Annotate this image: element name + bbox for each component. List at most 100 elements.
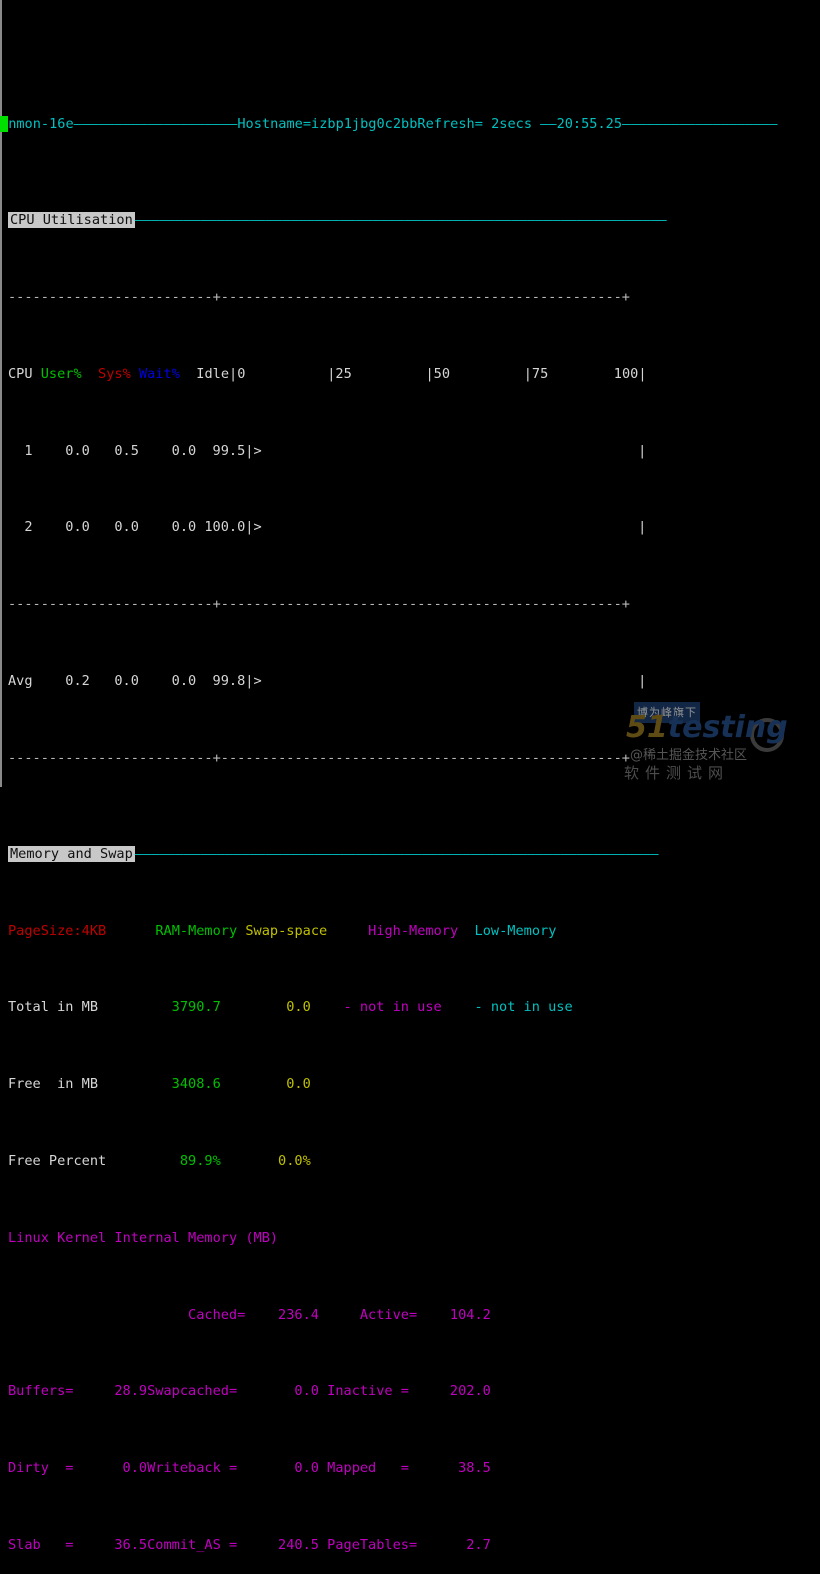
kernel-0-c2-value: 236.4	[278, 1306, 319, 1323]
kernel-row-0: Cached= 236.4 Active= 104.2	[0, 1306, 820, 1325]
memory-col-swap: Swap-space	[245, 922, 328, 939]
cpu-header-row: CPU User% Sys% Wait% Idle|0 |25 |50 |75 …	[0, 365, 820, 384]
watermark-top-text: 博为峰旗下	[634, 702, 700, 724]
cpu-scale-50: |50	[425, 365, 451, 382]
refresh-label: Refresh= 2secs	[417, 116, 532, 133]
memory-pagesize: PageSize:4KB	[8, 922, 107, 939]
memory-header-row: PageSize:4KB RAM-Memory Swap-space High-…	[0, 922, 820, 941]
cpu-avg-bar-marker: >	[253, 673, 262, 689]
kernel-2-c1-value: 0.0	[122, 1460, 148, 1477]
cpu-row-1: 1 0.0 0.5 0.0 99.5|> |	[0, 442, 820, 461]
memory-section-title: Memory and Swap	[8, 845, 135, 862]
memory-total-label: Total in MB	[8, 999, 99, 1016]
cpu-avg-user: 0.2	[65, 673, 90, 689]
cpu-2-user: 0.0	[65, 519, 90, 536]
site-watermark: 博为峰旗下 51testing @稀土掘金技术社区 软件测试网	[620, 694, 820, 787]
memory-free-label: Free in MB	[8, 1076, 99, 1093]
kernel-3-c3-value: 2.7	[466, 1536, 491, 1553]
app-title: nmon-16e	[8, 116, 74, 133]
cpu-rule-top-text: -------------------------+--------------…	[8, 289, 630, 306]
cpu-rule-top: -------------------------+--------------…	[0, 288, 820, 307]
kernel-memory-title-row: Linux Kernel Internal Memory (MB)	[0, 1229, 820, 1248]
kernel-row-2: Dirty = 0.0Writeback = 0.0 Mapped = 38.5	[0, 1459, 820, 1478]
cpu-1-bar-right: |	[638, 442, 647, 459]
memory-col-high: High-Memory	[368, 922, 459, 939]
memory-free-ram: 3408.6	[171, 1076, 221, 1093]
cpu-col-idle: Idle	[196, 365, 230, 382]
nmon-terminal: nmon-16e————————————————————Hostname=izb…	[0, 0, 820, 1553]
kernel-1-c1-label: Buffers=	[8, 1383, 74, 1400]
cpu-avg-label: Avg	[8, 673, 33, 689]
kernel-row-3: Slab = 36.5Commit_AS = 240.5 PageTables= 2.7	[0, 1536, 820, 1555]
kernel-3-c1-label: Slab =	[8, 1536, 74, 1553]
kernel-row-1: Buffers= 28.9Swapcached= 0.0 Inactive = 202.…	[0, 1382, 820, 1401]
memory-row-free: Free in MB 3408.6 0.0	[0, 1075, 820, 1094]
kernel-1-c3-label: Inactive =	[327, 1383, 409, 1400]
header-rule-2: ——	[532, 116, 557, 133]
cpu-2-wait: 0.0	[171, 519, 197, 536]
header-rule-3: ———————————————————	[622, 116, 778, 133]
kernel-0-c3-value: 104.2	[449, 1306, 491, 1323]
cpu-scale-75: |75	[523, 365, 549, 382]
kernel-0-c2-label: Cached=	[188, 1306, 246, 1323]
memory-total-ram: 3790.7	[171, 999, 221, 1016]
kernel-2-c2-label: Writeback =	[147, 1460, 238, 1477]
kernel-0-c3-label: Active=	[359, 1306, 418, 1323]
cpu-2-sys: 0.0	[114, 519, 139, 536]
cpu-col-wait: Wait%	[138, 365, 180, 382]
cpu-rule-bottom: -------------------------+--------------…	[0, 749, 820, 768]
kernel-3-c2-label: Commit_AS =	[147, 1536, 238, 1553]
cpu-scale-100: 100|	[613, 365, 647, 382]
cpu-1-bar-marker: >	[253, 442, 262, 459]
cpu-2-id: 2	[24, 519, 33, 536]
memory-free-swap: 0.0	[286, 1076, 311, 1093]
cpu-title-rule: ————————————————————————————————————————…	[134, 212, 667, 229]
cpu-2-idle: 100.0	[204, 519, 246, 536]
kernel-3-c3-label: PageTables=	[327, 1536, 418, 1553]
cpu-row-2: 2 0.0 0.0 0.0 100.0|> |	[0, 518, 820, 537]
memory-total-swap: 0.0	[286, 999, 311, 1016]
watermark-brand: 51testing	[626, 713, 788, 743]
cpu-2-bar-marker: >	[253, 519, 262, 536]
memory-col-low: Low-Memory	[474, 922, 557, 939]
watermark-brand-word: testing	[667, 710, 788, 745]
memory-title-rule: ————————————————————————————————————————…	[134, 845, 659, 862]
kernel-2-c3-value: 38.5	[458, 1460, 491, 1477]
memory-col-ram: RAM-Memory	[155, 922, 238, 939]
kernel-3-c1-value: 36.5	[114, 1536, 148, 1553]
kernel-2-c3-label: Mapped =	[327, 1460, 409, 1477]
memory-total-high: - not in use	[343, 999, 442, 1016]
cpu-avg-idle: 99.8	[212, 673, 246, 689]
cpu-section-title: CPU Utilisation	[8, 212, 135, 229]
kernel-1-c2-value: 0.0	[294, 1383, 319, 1400]
memory-section-title-row: Memory and Swap —————————————————————————…	[0, 845, 820, 864]
cpu-1-user: 0.0	[65, 442, 90, 459]
nmon-header-row: nmon-16e————————————————————Hostname=izb…	[0, 115, 820, 134]
cpu-rule-mid-text: -------------------------+--------------…	[8, 596, 630, 613]
text-cursor	[0, 116, 9, 133]
cpu-col-user: User%	[40, 365, 82, 382]
cpu-section-title-row: CPU Utilisation —————————————————————————…	[0, 211, 820, 230]
header-rule-1: ————————————————————	[73, 116, 238, 133]
kernel-1-c1-value: 28.9	[114, 1383, 148, 1400]
hostname-label: Hostname=izbp1jbg0c2bb	[237, 116, 418, 133]
cpu-avg-wait: 0.0	[171, 673, 197, 689]
cpu-scale-0: |0	[229, 365, 246, 382]
memory-freepct-swap: 0.0%	[278, 1152, 311, 1169]
memory-row-freepct: Free Percent 89.9% 0.0%	[0, 1152, 820, 1171]
kernel-1-c2-label: Swapcached=	[147, 1383, 238, 1400]
cpu-col-sys: Sys%	[98, 365, 131, 382]
kernel-memory-title: Linux Kernel Internal Memory (MB)	[8, 1229, 279, 1246]
cpu-col-cpu: CPU	[8, 365, 33, 382]
kernel-2-c2-value: 0.0	[294, 1460, 319, 1477]
memory-freepct-ram: 89.9%	[179, 1152, 221, 1169]
clock-label: 20:55.25	[556, 116, 623, 133]
kernel-1-c3-value: 202.0	[449, 1383, 491, 1400]
cpu-avg-row: Avg 0.2 0.0 0.0 99.8|> |	[0, 672, 820, 691]
cpu-1-idle: 99.5	[212, 442, 246, 459]
kernel-3-c2-value: 240.5	[278, 1536, 319, 1553]
cpu-1-sys: 0.5	[114, 442, 139, 459]
cpu-scale-25: |25	[327, 365, 352, 382]
kernel-2-c1-label: Dirty =	[8, 1460, 74, 1477]
cpu-avg-bar-right: |	[638, 673, 647, 689]
